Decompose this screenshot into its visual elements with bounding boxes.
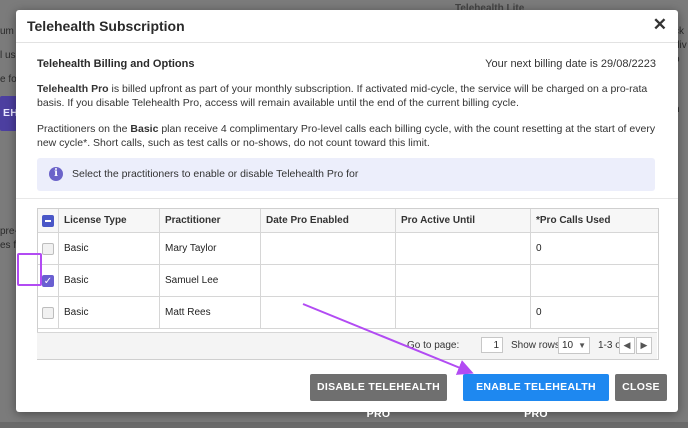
chevron-down-icon: ▼ xyxy=(578,341,586,350)
practitioner-table: License Type Practitioner Date Pro Enabl… xyxy=(38,209,658,329)
product-name: Telehealth Pro xyxy=(37,83,109,95)
info-icon: i xyxy=(49,167,63,181)
select-all-cell xyxy=(38,209,59,233)
subscription-modal: Telehealth Subscription ✕ Telehealth Bil… xyxy=(16,10,678,420)
next-page-button[interactable]: ▶ xyxy=(636,337,652,354)
date-enabled-cell xyxy=(260,264,396,297)
active-until-cell xyxy=(395,296,531,329)
show-rows-label: Show rows: xyxy=(511,340,563,351)
modal-header: Telehealth Subscription ✕ xyxy=(16,10,678,43)
table-row[interactable]: Basic Mary Taylor 0 xyxy=(38,232,658,265)
license-type-cell: Basic xyxy=(58,232,160,265)
disable-telehealth-pro-button[interactable]: DISABLE TELEHEALTH PRO xyxy=(310,374,447,420)
column-header-pro-active-until[interactable]: Pro Active Until xyxy=(395,209,531,233)
practitioner-cell: Matt Rees xyxy=(159,296,261,329)
pagination-bar: Go to page: 1 Show rows: 10 ▼ 1-3 of 3 ◀… xyxy=(37,332,657,359)
column-header-date-pro-enabled[interactable]: Date Pro Enabled xyxy=(260,209,396,233)
row-select-cell xyxy=(38,296,59,329)
row-checkbox-checked[interactable]: ✓ xyxy=(42,274,54,287)
modal-title: Telehealth Subscription xyxy=(27,18,185,34)
column-header-license-type[interactable]: License Type xyxy=(58,209,160,233)
page-number-input[interactable]: 1 xyxy=(481,337,503,353)
calls-used-cell: 0 xyxy=(530,296,658,329)
date-enabled-cell xyxy=(260,296,396,329)
plan-name: Basic xyxy=(130,123,159,135)
row-checkbox[interactable] xyxy=(42,306,54,319)
plan-description: Practitioners on the Basic plan receive … xyxy=(37,122,657,150)
billing-description: Telehealth Pro is billed upfront as part… xyxy=(37,82,657,110)
select-all-checkbox[interactable] xyxy=(42,214,54,227)
billing-date: Your next billing date is 29/08/2223 xyxy=(485,58,656,70)
calls-used-cell: 0 xyxy=(530,232,658,265)
close-button[interactable]: CLOSE xyxy=(615,374,667,401)
go-to-page-label: Go to page: xyxy=(407,340,460,351)
license-type-cell: Basic xyxy=(58,296,160,329)
background-snippet: es f xyxy=(0,240,17,251)
table-row[interactable]: ✓ Basic Samuel Lee xyxy=(38,264,658,297)
background-snippet: um xyxy=(0,26,14,37)
license-type-cell: Basic xyxy=(58,264,160,297)
column-header-pro-calls-used[interactable]: *Pro Calls Used xyxy=(530,209,658,233)
rows-per-page-select[interactable]: 10 ▼ xyxy=(558,337,590,354)
active-until-cell xyxy=(395,264,531,297)
practitioner-cell: Mary Taylor xyxy=(159,232,261,265)
background-snippet: l us xyxy=(0,50,16,61)
enable-telehealth-pro-button[interactable]: ENABLE TELEHEALTH PRO xyxy=(463,374,609,420)
prev-page-button[interactable]: ◀ xyxy=(619,337,635,354)
section-title: Telehealth Billing and Options xyxy=(37,58,195,70)
background-snippet: e fo xyxy=(0,74,17,85)
date-enabled-cell xyxy=(260,232,396,265)
divider xyxy=(16,198,678,199)
annotation-highlight-box xyxy=(17,253,42,286)
row-checkbox[interactable] xyxy=(42,242,54,255)
table-header-row: License Type Practitioner Date Pro Enabl… xyxy=(38,209,658,233)
practitioner-cell: Samuel Lee xyxy=(159,264,261,297)
billing-description-text: is billed upfront as part of your monthl… xyxy=(37,83,648,109)
plan-description-prefix: Practitioners on the xyxy=(37,123,131,135)
info-banner: i Select the practitioners to enable or … xyxy=(37,158,655,191)
column-header-practitioner[interactable]: Practitioner xyxy=(159,209,261,233)
active-until-cell xyxy=(395,232,531,265)
rows-per-page-value: 10 xyxy=(562,340,574,351)
table-row[interactable]: Basic Matt Rees 0 xyxy=(38,296,658,329)
calls-used-cell xyxy=(530,264,658,297)
close-icon[interactable]: ✕ xyxy=(653,15,667,35)
info-text: Select the practitioners to enable or di… xyxy=(72,168,359,180)
